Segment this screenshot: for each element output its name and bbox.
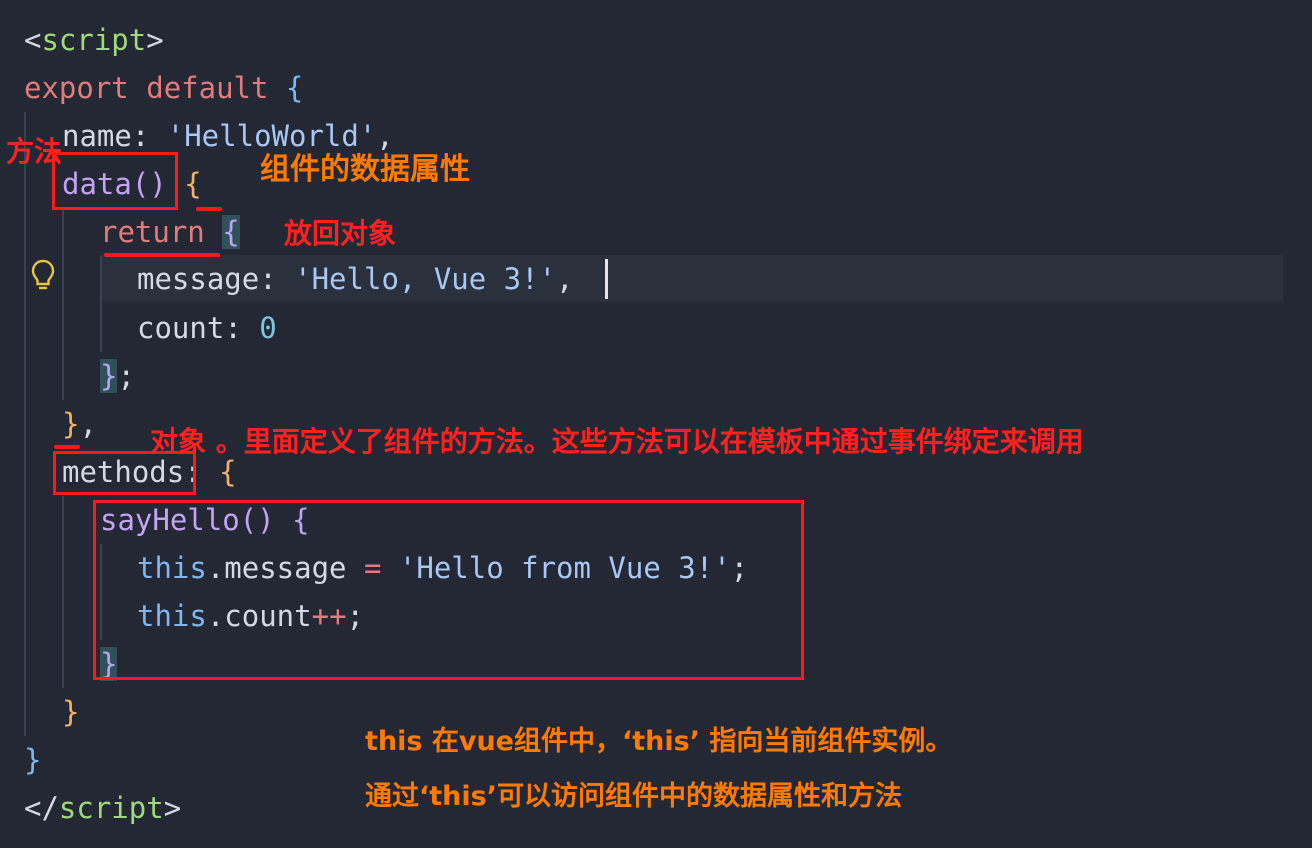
token: : [259,262,295,296]
methods-description-annotation: 对象 。里面定义了组件的方法。这些方法可以在模板中通过事件绑定来调用 [150,425,1084,458]
code-line-5[interactable]: return { [100,208,240,256]
token-property: name [62,119,132,153]
token-tag: script [58,791,164,825]
token-string: 'Hello, Vue 3!' [294,262,557,296]
token-number: 0 [259,311,277,345]
token: > [146,23,164,57]
code-line-6[interactable]: message: 'Hello, Vue 3!', [137,255,574,303]
token-brace: { [222,215,240,249]
code-line-17[interactable]: </script> [24,784,181,832]
token-brace: { [285,71,304,105]
sayhello-highlight-box [93,500,804,680]
code-line-15[interactable]: } [62,688,79,736]
code-line-7[interactable]: count: 0 [137,304,277,352]
token-tag: script [41,23,147,57]
data-props-annotation: 组件的数据属性 [260,152,470,187]
code-line-2[interactable]: export default { [24,64,303,112]
token: </ [24,791,59,825]
token: , [79,407,97,441]
code-line-9[interactable]: }, [62,400,97,448]
token: : [131,119,167,153]
token-property: count [137,311,225,345]
token: > [163,791,182,825]
return-object-annotation: 放回对象 [284,217,397,250]
token: , [376,119,394,153]
token: , [556,262,574,296]
indent-guide [24,112,26,736]
lightbulb-icon[interactable] [30,258,56,294]
token-brace: } [100,359,118,393]
this-description-line-1: this 在vue组件中，‘this’ 指向当前组件实例。 [365,726,953,757]
closing-brace-underline [54,445,80,449]
token-keyword: return [100,215,205,249]
token: < [24,23,42,57]
token-keyword: default [146,71,269,105]
brace-underline [196,207,222,211]
return-underline [104,253,220,257]
code-line-8[interactable]: }; [100,352,135,400]
method-annotation: 方法 [6,135,63,168]
token-brace: { [184,167,202,201]
text-cursor [605,259,608,299]
data-function-highlight-box [52,152,178,210]
token-string: 'HelloWorld' [166,119,377,153]
token-brace: } [62,695,80,729]
token-property: message [137,262,260,296]
indent-guide [62,496,64,688]
indent-guide [100,256,102,352]
code-line-1[interactable]: <script> [24,16,164,64]
token-brace: } [24,743,42,777]
token: ; [117,359,135,393]
code-line-16[interactable]: } [24,736,41,784]
token-keyword: export [24,71,129,105]
indent-guide [62,208,64,400]
token: : [224,311,260,345]
this-description-line-2: 通过‘this’可以访问组件中的数据属性和方法 [365,781,902,812]
token-brace: } [62,407,80,441]
